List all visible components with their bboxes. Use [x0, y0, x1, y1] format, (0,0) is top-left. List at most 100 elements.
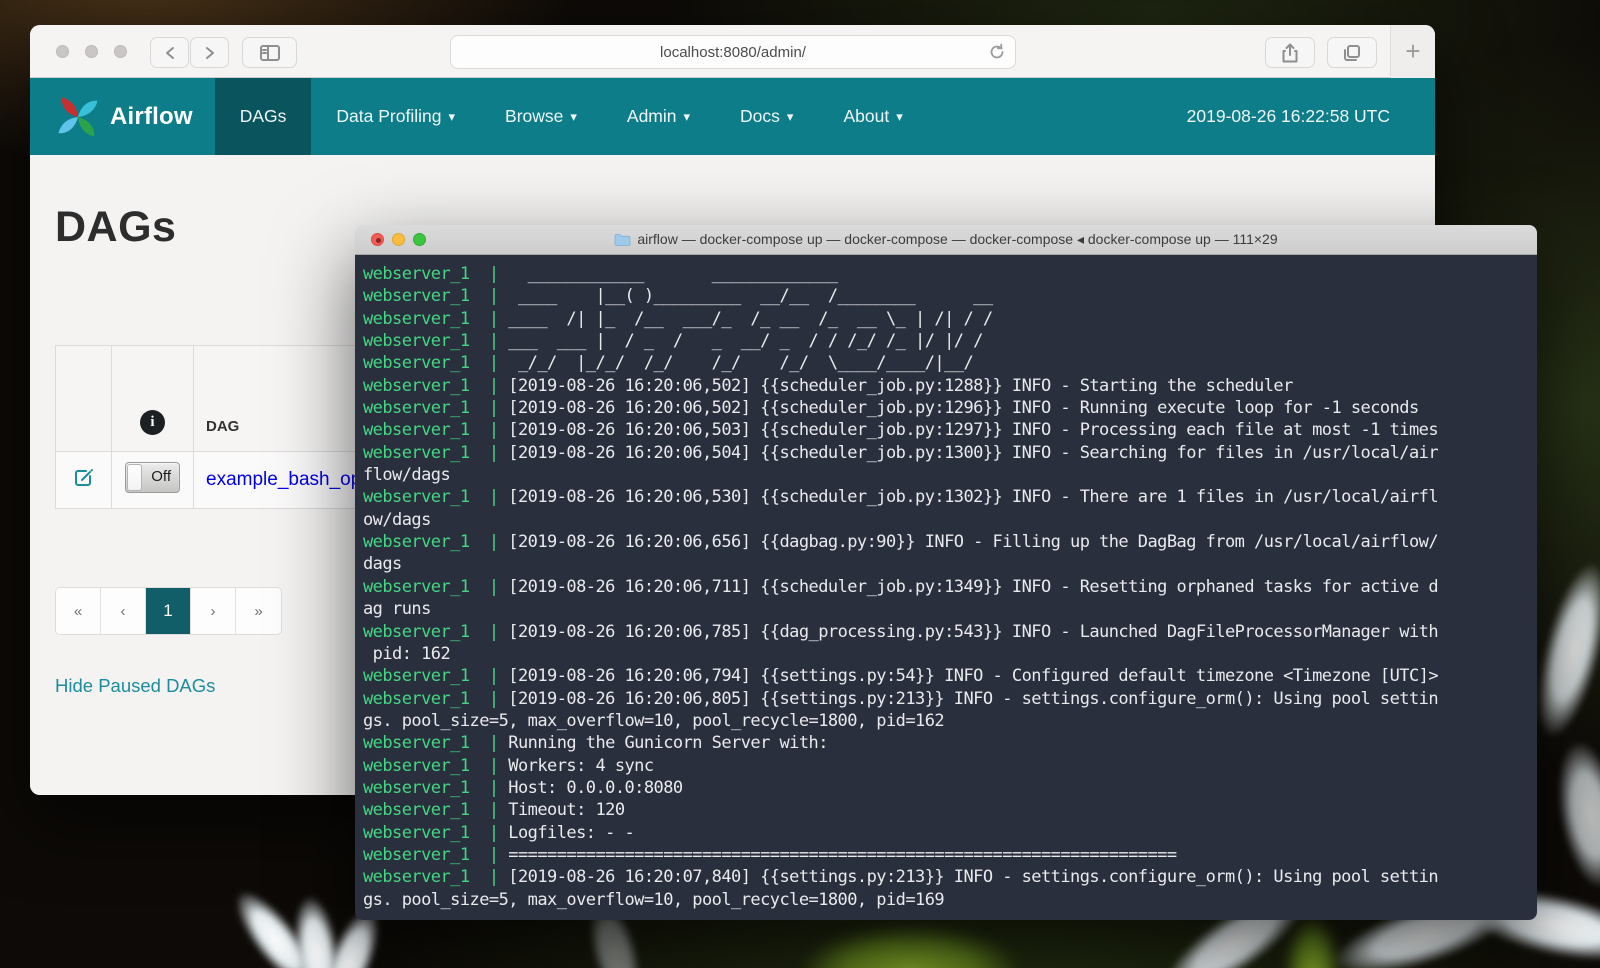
daisy-leaf [800, 925, 1020, 968]
toggle-label: Off [151, 468, 171, 485]
log-prefix: webserver_1 | [363, 398, 508, 418]
window-controls [56, 45, 127, 58]
nav-item-data-profiling[interactable]: Data Profiling ▾ [311, 78, 480, 155]
toggle-knob [127, 464, 142, 491]
log-message: [2019-08-26 16:20:07,840] {{settings.py:… [508, 867, 1438, 887]
log-message: ____________ _____________ [508, 264, 837, 284]
pagination-first[interactable]: « [56, 588, 101, 634]
log-message: [2019-08-26 16:20:06,656] {{dagbag.py:90… [508, 532, 1438, 552]
log-message: [2019-08-26 16:20:06,502] {{scheduler_jo… [508, 376, 1292, 396]
sidebar-icon [260, 45, 280, 61]
log-prefix: webserver_1 | [363, 823, 508, 843]
terminal-content[interactable]: webserver_1 | ____________ _____________… [355, 255, 1537, 920]
log-prefix: webserver_1 | [363, 689, 508, 709]
terminal-titlebar: airflow — docker-compose up — docker-com… [355, 225, 1537, 255]
terminal-log-line: webserver_1 | ___ ___ | / _ / _ __/ _ / … [363, 330, 1537, 352]
terminal-log-line: webserver_1 | Timeout: 120 [363, 799, 1537, 821]
forward-button[interactable] [190, 37, 229, 68]
nav-item-admin[interactable]: Admin ▾ [602, 78, 715, 155]
terminal-log-line: webserver_1 | [2019-08-26 16:20:06,794] … [363, 665, 1537, 687]
sidebar-toggle-button[interactable] [242, 37, 297, 68]
nav-item-docs[interactable]: Docs ▾ [715, 78, 818, 155]
info-icon: i [140, 410, 165, 435]
terminal-log-line: webserver_1 | [2019-08-26 16:20:06,504] … [363, 442, 1537, 464]
log-message: [2019-08-26 16:20:06,805] {{settings.py:… [508, 689, 1438, 709]
log-prefix: webserver_1 | [363, 532, 508, 552]
log-prefix: webserver_1 | [363, 443, 508, 463]
terminal-log-line: webserver_1 | _/_/ |_/_/ /_/ /_/ /_/ \__… [363, 352, 1537, 374]
log-prefix: webserver_1 | [363, 800, 508, 820]
log-prefix: webserver_1 | [363, 577, 508, 597]
dag-pause-toggle[interactable]: Off [125, 462, 180, 493]
nav-menu: DAGs Data Profiling ▾ Browse ▾ Admin ▾ D… [215, 78, 928, 155]
back-button[interactable] [150, 37, 189, 68]
terminal-log-line: webserver_1 | [2019-08-26 16:20:06,503] … [363, 419, 1537, 441]
pagination-prev[interactable]: ‹ [101, 588, 146, 634]
log-message: _/_/ |_/_/ /_/ /_/ /_/ \____/____/|__/ [508, 353, 973, 373]
log-prefix: webserver_1 | [363, 487, 508, 507]
close-button[interactable] [56, 45, 69, 58]
edit-dag-button[interactable] [56, 452, 112, 509]
log-prefix: webserver_1 | [363, 733, 508, 753]
chevron-right-icon [204, 46, 216, 60]
terminal-log-line: webserver_1 | [2019-08-26 16:20:06,530] … [363, 486, 1537, 508]
tab-overview-button[interactable] [1327, 37, 1377, 68]
chevron-left-icon [164, 46, 176, 60]
airflow-brand[interactable]: Airflow [30, 78, 193, 155]
pagination-last[interactable]: » [236, 588, 281, 634]
terminal-log-line: webserver_1 | Workers: 4 sync [363, 755, 1537, 777]
nav-item-browse[interactable]: Browse ▾ [480, 78, 602, 155]
log-prefix: webserver_1 | [363, 353, 508, 373]
nav-item-dags[interactable]: DAGs [215, 78, 312, 155]
chevron-down-icon: ▾ [787, 110, 794, 125]
minimize-button[interactable] [392, 233, 405, 246]
share-button[interactable] [1265, 37, 1315, 68]
reload-icon [988, 43, 1006, 61]
plus-icon: + [1405, 36, 1420, 67]
log-message: [2019-08-26 16:20:06,503] {{scheduler_jo… [508, 420, 1438, 440]
terminal-log-line: webserver_1 | [2019-08-26 16:20:06,502] … [363, 397, 1537, 419]
tabs-icon [1343, 44, 1361, 62]
reload-button[interactable] [988, 43, 1006, 66]
terminal-log-line: webserver_1 | Logfiles: - - [363, 822, 1537, 844]
log-message: Running the Gunicorn Server with: [508, 733, 828, 753]
address-bar[interactable]: localhost:8080/admin/ [450, 35, 1016, 69]
nav-item-about[interactable]: About ▾ [818, 78, 927, 155]
terminal-log-line: webserver_1 | ____________ _____________ [363, 263, 1537, 285]
page-title: DAGs [55, 203, 176, 252]
terminal-log-line: webserver_1 | [2019-08-26 16:20:06,502] … [363, 375, 1537, 397]
chevron-down-icon: ▾ [684, 110, 691, 125]
zoom-button[interactable] [413, 233, 426, 246]
daisy-petal [1547, 736, 1600, 894]
log-message: pid: 162 [363, 644, 450, 664]
zoom-button[interactable] [114, 45, 127, 58]
minimize-button[interactable] [85, 45, 98, 58]
terminal-log-line: webserver_1 | [2019-08-26 16:20:06,711] … [363, 576, 1537, 598]
pagination-next[interactable]: › [191, 588, 236, 634]
new-tab-button[interactable]: + [1390, 25, 1435, 78]
log-message: [2019-08-26 16:20:06,502] {{scheduler_jo… [508, 398, 1418, 418]
log-message: ag runs [363, 599, 431, 619]
terminal-log-line: gs. pool_size=5, max_overflow=10, pool_r… [363, 889, 1537, 911]
browser-toolbar: localhost:8080/admin/ + [30, 25, 1435, 78]
log-message: Host: 0.0.0.0:8080 [508, 778, 682, 798]
terminal-log-line: gs. pool_size=5, max_overflow=10, pool_r… [363, 710, 1537, 732]
terminal-log-line: ag runs [363, 598, 1537, 620]
terminal-log-line: webserver_1 | ____ |__( )_________ __/__… [363, 285, 1537, 307]
close-button[interactable] [371, 233, 384, 246]
url-text: localhost:8080/admin/ [660, 44, 806, 61]
log-prefix: webserver_1 | [363, 666, 508, 686]
log-prefix: webserver_1 | [363, 756, 508, 776]
log-message: gs. pool_size=5, max_overflow=10, pool_r… [363, 711, 944, 731]
terminal-log-line: webserver_1 | [2019-08-26 16:20:06,656] … [363, 531, 1537, 553]
terminal-log-line: webserver_1 | [2019-08-26 16:20:06,805] … [363, 688, 1537, 710]
log-message: Timeout: 120 [508, 800, 624, 820]
log-message: ____ /| |_ /__ ___/_ /_ __ /_ __ \_ | /|… [508, 309, 992, 329]
log-prefix: webserver_1 | [363, 867, 508, 887]
log-message: [2019-08-26 16:20:06,504] {{scheduler_jo… [508, 443, 1438, 463]
pagination-page-1[interactable]: 1 [146, 588, 191, 634]
terminal-log-line: webserver_1 | Host: 0.0.0.0:8080 [363, 777, 1537, 799]
terminal-title: airflow — docker-compose up — docker-com… [614, 231, 1277, 248]
terminal-log-line: webserver_1 | [2019-08-26 16:20:07,840] … [363, 866, 1537, 888]
hide-paused-dags-link[interactable]: Hide Paused DAGs [55, 675, 215, 697]
